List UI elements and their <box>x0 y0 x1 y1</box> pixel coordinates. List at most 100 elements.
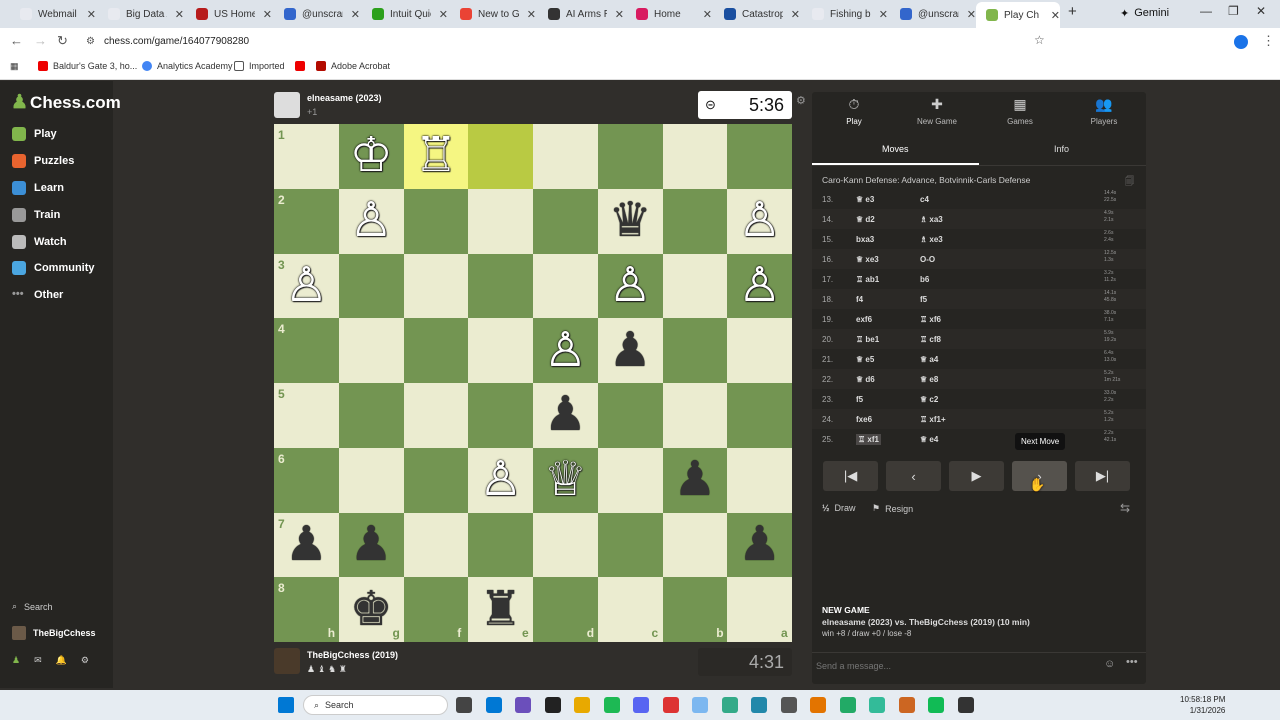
close-tab-icon[interactable]: ✕ <box>879 8 888 21</box>
board-square[interactable] <box>727 318 792 383</box>
tab-new-game[interactable]: ✚ New Game <box>902 96 972 126</box>
taskbar-app-icon[interactable] <box>515 697 531 713</box>
sidebar-item-other[interactable]: ••• Other <box>12 288 63 302</box>
sidebar-item-puzzles[interactable]: Puzzles <box>12 154 74 168</box>
settings-gear-icon[interactable]: ⚙ <box>81 655 89 666</box>
back-icon[interactable]: ← <box>10 33 23 48</box>
mail-icon[interactable]: ✉ <box>34 655 42 666</box>
taskbar-app-icon[interactable] <box>780 697 797 713</box>
chess-piece[interactable]: ♙ <box>339 189 404 254</box>
white-move[interactable]: ♕ e5 <box>856 355 874 364</box>
flip-board-icon[interactable]: ⇆ <box>1120 501 1130 515</box>
gemini-button[interactable]: ✦ Gemini <box>1120 4 1169 22</box>
bookmark-adobe-acrobat[interactable]: Adobe Acrobat <box>316 61 390 71</box>
minimize-icon[interactable]: — <box>1200 4 1212 18</box>
white-move[interactable]: ♕ e3 <box>856 195 874 204</box>
chess-piece[interactable]: ♟ <box>598 318 663 383</box>
board-square[interactable] <box>597 383 663 448</box>
close-tab-icon[interactable]: ✕ <box>175 8 184 21</box>
white-move[interactable]: ♖ ab1 <box>856 275 879 284</box>
board-square[interactable] <box>533 512 598 578</box>
board-square[interactable] <box>597 447 663 513</box>
chess-piece[interactable]: ♙ <box>274 254 339 319</box>
message-input[interactable] <box>816 657 1096 675</box>
board-square[interactable] <box>468 124 533 189</box>
sidebar-search[interactable]: ⌕ Search <box>12 601 53 612</box>
top-player-name[interactable]: elneasame (2023) <box>307 93 382 103</box>
browser-menu-icon[interactable]: ⋮ <box>1262 33 1275 49</box>
browser-tab[interactable]: New to Go✕ <box>450 4 536 24</box>
white-move[interactable]: exf6 <box>856 315 872 324</box>
chess-piece[interactable]: ♟ <box>663 448 728 513</box>
top-player-avatar[interactable] <box>274 92 300 118</box>
last-move-button[interactable]: ▶| <box>1075 461 1130 491</box>
board-square[interactable] <box>662 512 728 578</box>
browser-tab[interactable]: AI Arms Ra✕ <box>538 4 624 24</box>
windows-start-icon[interactable] <box>278 697 294 713</box>
chess-board[interactable]: 1 2 3 4 5 6 7 8 h g f e d c b a ♔ ♖ ♙ ♛ ♙ ♙ ♙ ♙ ♙ ♟ ♟ ♙ ♕ ♟ ♟ ♟ ♟ ♚ ♜ <box>274 124 792 642</box>
reload-icon[interactable]: ↻ <box>57 33 68 49</box>
apps-icon[interactable]: ▦ <box>10 61 19 72</box>
taskbar-app-icon[interactable] <box>603 697 620 713</box>
board-square[interactable] <box>597 512 663 578</box>
board-square[interactable] <box>727 383 792 448</box>
board-square[interactable] <box>533 124 598 189</box>
resign-button[interactable]: ⚑ Resign <box>872 503 913 514</box>
white-move[interactable]: ♕ d2 <box>856 215 875 224</box>
url-field[interactable]: chess.com/game/164077908280 <box>104 36 249 47</box>
board-square[interactable] <box>468 253 533 319</box>
board-square[interactable] <box>403 188 469 254</box>
chess-piece[interactable]: ♙ <box>727 189 792 254</box>
chess-piece[interactable]: ♟ <box>274 513 339 578</box>
black-move[interactable]: ♕ e8 <box>920 375 938 384</box>
close-tab-icon[interactable]: ✕ <box>791 8 800 21</box>
chess-piece[interactable]: ♖ <box>404 124 469 189</box>
sidebar-user[interactable]: TheBigCchess <box>12 626 96 640</box>
tab-info[interactable]: Info <box>1054 144 1069 154</box>
bookmark-youtube[interactable] <box>295 61 305 71</box>
browser-tab[interactable]: Home ✕ <box>626 4 712 24</box>
board-square[interactable] <box>468 512 533 578</box>
taskbar-app-icon[interactable] <box>869 697 885 713</box>
black-move[interactable]: c4 <box>920 195 929 204</box>
close-tab-icon[interactable]: ✕ <box>615 8 624 21</box>
browser-tab[interactable]: Intuit Quick✕ <box>362 4 448 24</box>
board-square[interactable] <box>533 253 598 319</box>
profile-avatar[interactable] <box>1234 35 1248 49</box>
black-move[interactable]: ♗ xa3 <box>920 215 943 224</box>
bookmark-star-icon[interactable]: ☆ <box>1034 33 1045 47</box>
bookmark-imported[interactable]: Imported <box>234 61 285 71</box>
chess-piece[interactable]: ♛ <box>598 189 663 254</box>
close-tab-icon[interactable]: ✕ <box>439 8 448 21</box>
board-square[interactable] <box>727 447 792 513</box>
close-tab-icon[interactable]: ✕ <box>527 8 536 21</box>
taskbar-app-icon[interactable] <box>810 697 826 713</box>
board-square[interactable] <box>662 318 728 383</box>
chess-piece[interactable]: ♙ <box>598 254 663 319</box>
black-move[interactable]: ♖ xf1+ <box>920 415 946 424</box>
taskbar-search[interactable]: ⌕ Search <box>303 695 448 715</box>
forward-icon[interactable]: → <box>34 33 47 48</box>
play-moves-button[interactable]: ▶ <box>949 461 1004 491</box>
tab-moves[interactable]: Moves <box>882 144 909 154</box>
taskbar-app-icon[interactable] <box>928 697 944 713</box>
board-square[interactable] <box>662 188 728 254</box>
tab-play[interactable]: ⏱ Play <box>819 96 889 126</box>
black-move[interactable]: b6 <box>920 275 929 284</box>
taskbar-app-icon[interactable] <box>692 697 708 713</box>
black-move[interactable]: O-O <box>920 255 935 264</box>
browser-tab[interactable]: Webmail ✕ <box>10 4 96 24</box>
chess-piece[interactable]: ♙ <box>727 254 792 319</box>
board-square[interactable] <box>403 253 469 319</box>
taskbar-app-icon[interactable] <box>898 697 915 713</box>
sidebar-item-watch[interactable]: Watch <box>12 235 67 249</box>
black-move[interactable]: f5 <box>920 295 927 304</box>
black-move[interactable]: ♖ xf6 <box>920 315 941 324</box>
chess-piece[interactable]: ♟ <box>533 383 598 448</box>
board-square[interactable] <box>338 447 404 513</box>
black-move[interactable]: ♗ xe3 <box>920 235 943 244</box>
board-square[interactable] <box>662 383 728 448</box>
opening-name[interactable]: Caro-Kann Defense: Advance, Botvinnik-Ca… <box>822 175 1030 185</box>
board-square[interactable] <box>468 188 533 254</box>
black-move[interactable]: ♖ cf8 <box>920 335 941 344</box>
